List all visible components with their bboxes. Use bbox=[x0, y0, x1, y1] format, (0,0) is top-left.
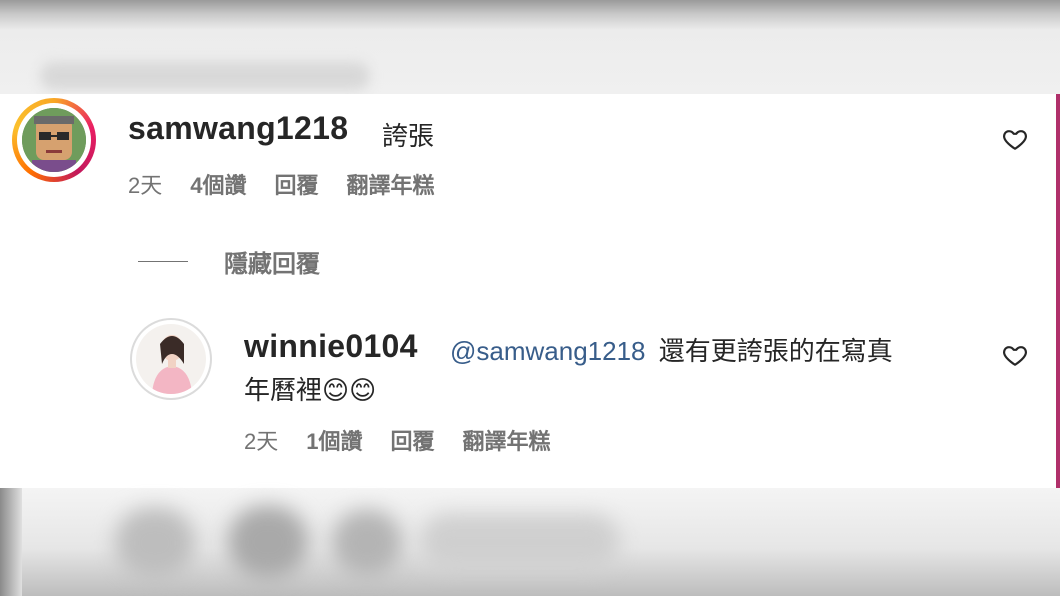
avatar-cartoon-icon bbox=[22, 108, 86, 172]
thread-divider-line bbox=[138, 261, 188, 262]
reply-text: @samwang1218 還有更誇張的在寫真 bbox=[450, 334, 970, 368]
reply-translate-button[interactable]: 翻譯年糕 bbox=[463, 424, 551, 456]
blurred-shape bbox=[228, 506, 308, 578]
blurred-next-content bbox=[0, 488, 1060, 596]
reply-username[interactable]: winnie0104 bbox=[244, 328, 418, 365]
avatar-photo-icon bbox=[136, 324, 206, 394]
reply-text-line1: 還有更誇張的在寫真 bbox=[658, 336, 893, 366]
reply-timestamp[interactable]: 2天 bbox=[244, 424, 278, 456]
comment-reply-button[interactable]: 回覆 bbox=[275, 168, 319, 200]
reply-mention-link[interactable]: @samwang1218 bbox=[450, 336, 646, 366]
heart-outline-icon[interactable] bbox=[1002, 342, 1028, 368]
comment-username[interactable]: samwang1218 bbox=[128, 110, 348, 147]
reply-avatar-ring[interactable] bbox=[130, 318, 212, 400]
comment-timestamp[interactable]: 2天 bbox=[128, 168, 162, 200]
blurred-text bbox=[40, 62, 370, 90]
reply-text-line2: 年曆裡😊😊 bbox=[244, 375, 377, 405]
comment-like-count[interactable]: 4個讚 bbox=[190, 168, 246, 200]
reply-reply-button[interactable]: 回覆 bbox=[391, 424, 435, 456]
blurred-shape bbox=[115, 508, 195, 578]
comment-text: 誇張 bbox=[382, 121, 435, 151]
reply-meta: 2天 1個讚 回覆 翻譯年糕 bbox=[244, 424, 579, 456]
comment-translate-button[interactable]: 翻譯年糕 bbox=[347, 168, 435, 200]
reply-like-count[interactable]: 1個讚 bbox=[306, 424, 362, 456]
avatar-story-ring[interactable] bbox=[12, 98, 96, 182]
heart-outline-icon[interactable] bbox=[1002, 126, 1028, 152]
scroll-edge-indicator bbox=[1056, 94, 1060, 488]
blurred-previous-content bbox=[0, 0, 1060, 94]
reply-avatar bbox=[136, 324, 206, 394]
blurred-shape bbox=[420, 514, 620, 570]
hide-replies-button[interactable]: 隱藏回覆 bbox=[138, 244, 320, 279]
edge-shadow bbox=[0, 488, 22, 596]
avatar bbox=[22, 108, 86, 172]
hide-replies-label: 隱藏回覆 bbox=[224, 251, 320, 278]
blurred-shape bbox=[332, 510, 402, 576]
comment-meta: 2天 4個讚 回覆 翻譯年糕 bbox=[128, 168, 463, 200]
